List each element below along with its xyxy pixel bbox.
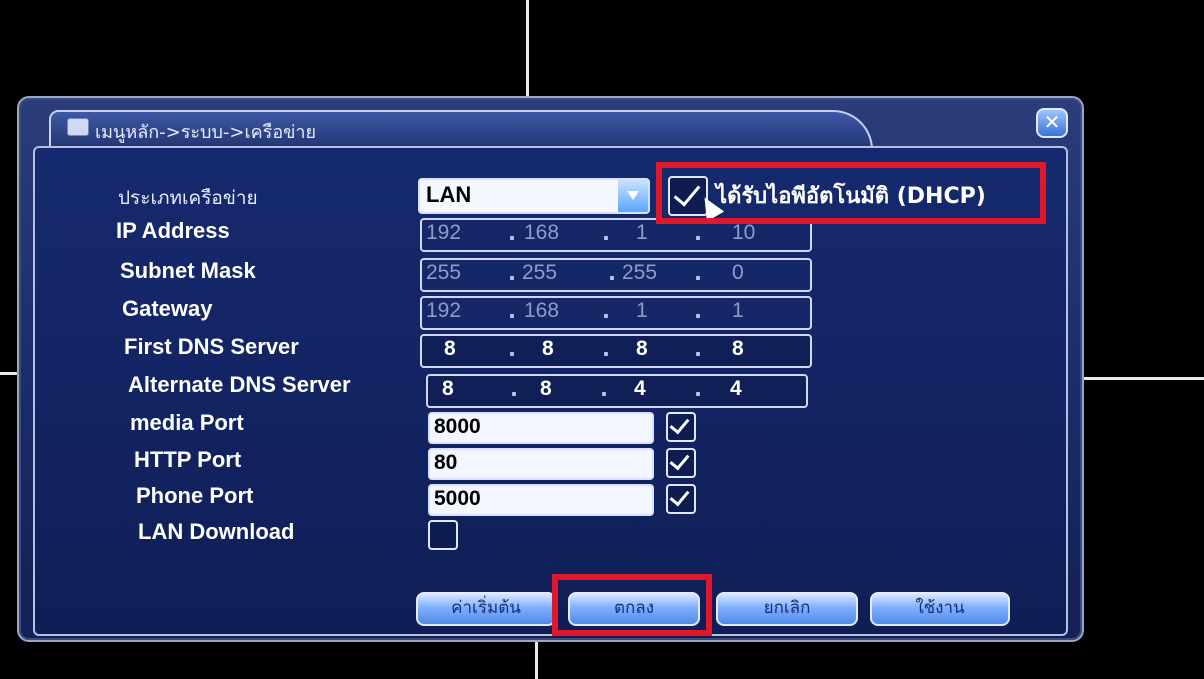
http-port-value: 80 <box>434 451 458 474</box>
lan-download-checkbox[interactable] <box>428 520 458 550</box>
first-dns-field[interactable]: 8 . 8 . 8 . 8 <box>420 334 812 368</box>
gateway-field[interactable]: 192 . 168 . 1 . 1 <box>420 296 812 330</box>
first-dns-label: First DNS Server <box>124 334 299 359</box>
dhcp-highlight-box <box>656 162 1046 224</box>
http-port-label: HTTP Port <box>134 447 242 472</box>
checkmark-icon <box>669 413 690 435</box>
media-port-label: media Port <box>130 410 244 435</box>
gateway-octet[interactable]: 1 <box>732 299 802 323</box>
ip-dot: . <box>694 377 702 401</box>
ip-dot: . <box>600 377 608 401</box>
ok-button-highlight-box <box>552 574 712 636</box>
ip-dot: . <box>508 299 516 323</box>
network-type-select[interactable]: LAN <box>418 178 650 214</box>
ip-dot: . <box>694 337 702 361</box>
gateway-octet[interactable]: 192 <box>426 299 496 323</box>
chevron-down-icon[interactable] <box>618 180 648 212</box>
dialog-title-bar: เมนูหลัก->ระบบ->เครือข่าย <box>49 110 873 150</box>
network-icon <box>67 118 89 136</box>
ip-dot: . <box>510 377 518 401</box>
dns-octet[interactable]: 4 <box>730 377 800 401</box>
media-port-value: 8000 <box>434 415 481 438</box>
dialog-title: เมนูหลัก->ระบบ->เครือข่าย <box>95 122 317 143</box>
subnet-octet[interactable]: 0 <box>732 261 802 285</box>
dns-octet[interactable]: 8 <box>732 337 802 361</box>
media-port-checkbox[interactable] <box>666 412 696 442</box>
ip-dot: . <box>694 261 702 285</box>
network-type-label: ประเภทเครือข่าย <box>118 187 258 209</box>
alternate-dns-label: Alternate DNS Server <box>128 372 351 397</box>
ip-address-label: IP Address <box>116 218 230 243</box>
lan-download-label: LAN Download <box>138 519 295 544</box>
ip-dot: . <box>508 261 516 285</box>
http-port-checkbox[interactable] <box>666 448 696 478</box>
ip-dot: . <box>602 337 610 361</box>
dns-octet[interactable]: 8 <box>444 337 514 361</box>
ip-dot: . <box>602 221 610 245</box>
phone-port-value: 5000 <box>434 487 481 510</box>
ip-octet[interactable]: 192 <box>426 221 496 245</box>
ip-dot: . <box>508 221 516 245</box>
close-icon: ✕ <box>1043 110 1061 134</box>
checkmark-icon <box>669 485 690 507</box>
phone-port-checkbox[interactable] <box>666 484 696 514</box>
subnet-mask-label: Subnet Mask <box>120 258 256 283</box>
media-port-field[interactable]: 8000 <box>428 412 654 444</box>
checkmark-icon <box>669 449 690 471</box>
ip-octet[interactable]: 10 <box>732 221 802 245</box>
ip-dot: . <box>508 337 516 361</box>
cancel-button[interactable]: ยกเลิก <box>716 592 858 626</box>
default-button[interactable]: ค่าเริ่มต้น <box>416 592 556 626</box>
subnet-octet[interactable]: 255 <box>622 261 692 285</box>
alternate-dns-field[interactable]: 8 . 8 . 4 . 4 <box>426 374 808 408</box>
close-button[interactable]: ✕ <box>1036 108 1068 138</box>
ip-dot: . <box>694 299 702 323</box>
subnet-mask-field[interactable]: 255 . 255 . 255 . 0 <box>420 258 812 292</box>
gateway-octet[interactable]: 168 <box>524 299 594 323</box>
subnet-octet[interactable]: 255 <box>426 261 496 285</box>
background-grid-line <box>526 0 529 100</box>
phone-port-field[interactable]: 5000 <box>428 484 654 516</box>
phone-port-label: Phone Port <box>136 483 254 508</box>
ip-dot: . <box>694 221 702 245</box>
network-type-value: LAN <box>426 182 472 207</box>
apply-button[interactable]: ใช้งาน <box>870 592 1010 626</box>
ip-dot: . <box>608 261 616 285</box>
dns-octet[interactable]: 8 <box>442 377 512 401</box>
ip-dot: . <box>602 299 610 323</box>
http-port-field[interactable]: 80 <box>428 448 654 480</box>
ip-octet[interactable]: 168 <box>524 221 594 245</box>
gateway-label: Gateway <box>122 296 213 321</box>
subnet-octet[interactable]: 255 <box>522 261 592 285</box>
